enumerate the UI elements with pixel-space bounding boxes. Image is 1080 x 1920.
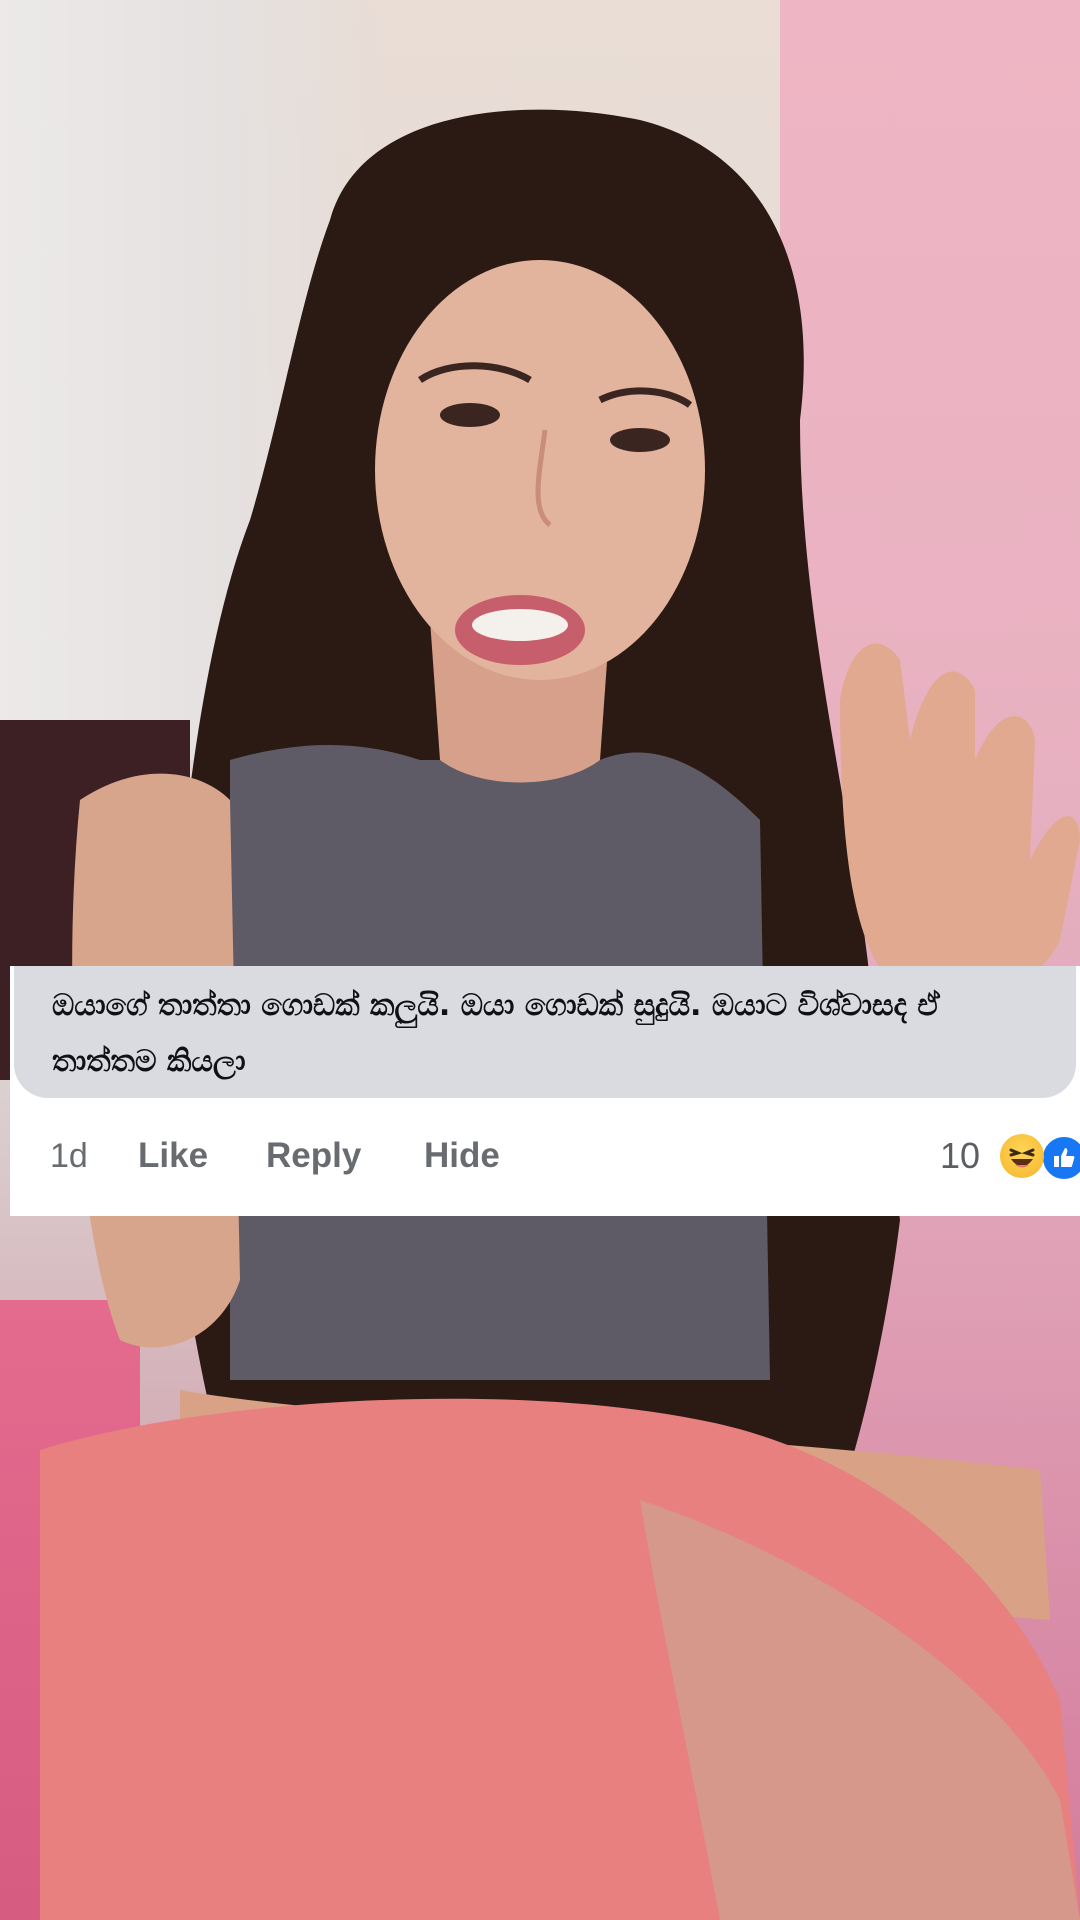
comment-text: ඔයාගේ තාත්තා ගොඩක් කලුයි. ඔයා ගොඩක් සුදු… (52, 978, 1052, 1090)
comment-timestamp: 1d (50, 1137, 88, 1175)
like-icon (1040, 1134, 1080, 1182)
reaction-count[interactable]: 10 (940, 1126, 980, 1186)
comment-overlay: ඔයාගේ තාත්තා ගොඩක් කලුයි. ඔයා ගොඩක් සුදු… (10, 966, 1080, 1216)
comment-actions: 1d Like Reply Hide 10 (10, 1126, 1080, 1186)
like-button[interactable]: Like (138, 1126, 208, 1186)
hide-button[interactable]: Hide (424, 1126, 500, 1186)
reply-button[interactable]: Reply (266, 1126, 361, 1186)
video-frame: ඔයාගේ තාත්තා ගොඩක් කලුයි. ඔයා ගොඩක් සුදු… (0, 0, 1080, 1920)
comment-text-line-2: තාත්තම කියලා (52, 1044, 246, 1079)
haha-icon (1000, 1134, 1044, 1178)
comment-bubble: ඔයාගේ තාත්තා ගොඩක් කලුයි. ඔයා ගොඩක් සුදු… (14, 966, 1076, 1098)
comment-text-line-1: ඔයාගේ තාත්තා ගොඩක් කලුයි. ඔයා ගොඩක් සුදු… (52, 988, 940, 1023)
speaking-woman (0, 109, 1080, 1920)
